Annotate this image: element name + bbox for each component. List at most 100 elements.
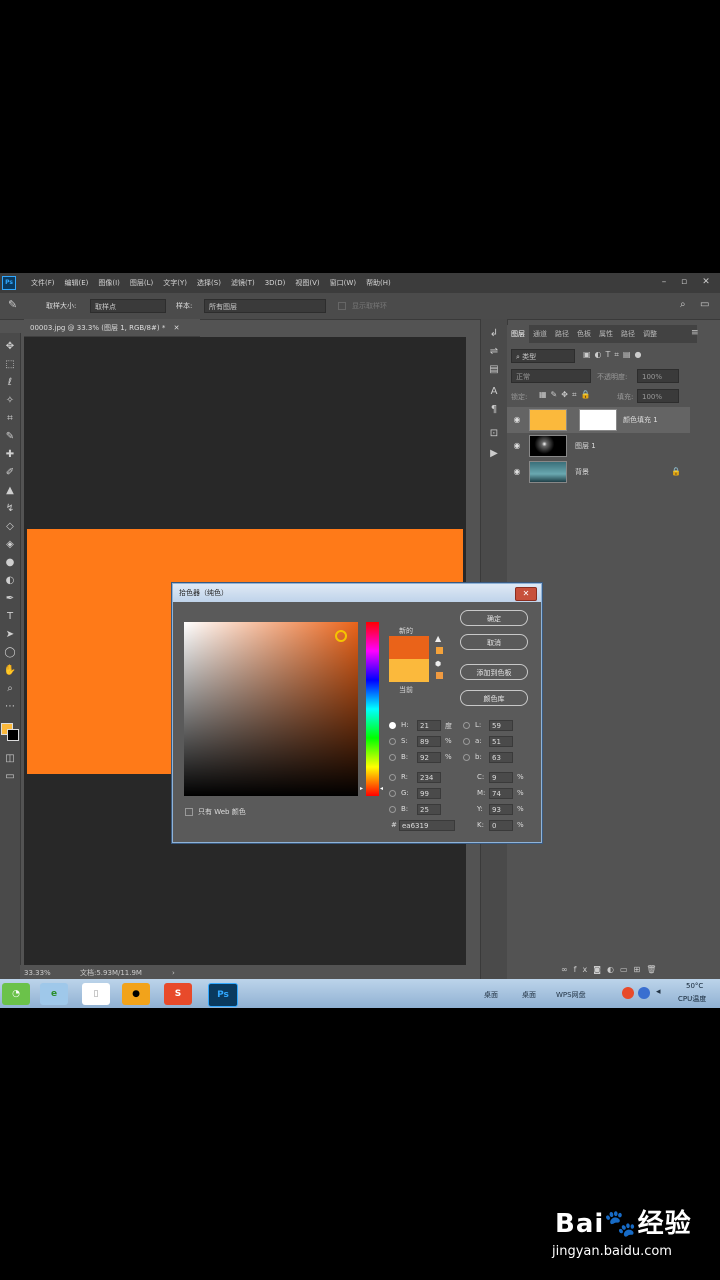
lock-icons[interactable]: ▦✎✥⌗🔒	[539, 390, 594, 400]
fill-input[interactable]: 100%	[637, 389, 679, 403]
type-tool-icon[interactable]: T	[2, 609, 18, 625]
menu-layer[interactable]: 图层(L)	[125, 273, 158, 293]
k-input[interactable]: 0	[489, 820, 513, 831]
blend-mode-dropdown[interactable]: 正常	[511, 369, 591, 383]
marquee-tool-icon[interactable]: ⬚	[2, 357, 18, 373]
menu-file[interactable]: 文件(F)	[26, 273, 60, 293]
web-safe-color-swatch[interactable]	[436, 672, 443, 679]
more-tools-icon[interactable]: ⋯	[2, 699, 18, 715]
r-radio[interactable]	[389, 774, 396, 781]
blue-radio[interactable]	[389, 806, 396, 813]
g-input[interactable]: 99	[417, 788, 441, 799]
screen-mode-icon[interactable]: ▭	[2, 769, 18, 785]
ellipse-tool-icon[interactable]: ◯	[2, 645, 18, 661]
hue-slider-right-arrow[interactable]: ◂	[380, 785, 383, 792]
y-input[interactable]: 93	[489, 804, 513, 815]
c-input[interactable]: 9	[489, 772, 513, 783]
zoom-tool-icon[interactable]: ⌕	[2, 681, 18, 697]
hand-tool-icon[interactable]: ✋	[2, 663, 18, 679]
tab-adjustments[interactable]: 调整	[639, 325, 661, 343]
s-radio[interactable]	[389, 738, 396, 745]
web-safe-warning-icon[interactable]: ⬢	[435, 660, 441, 668]
h-input[interactable]: 21	[417, 720, 441, 731]
minimize-icon[interactable]: –	[656, 275, 672, 289]
eyedropper-tool-icon[interactable]: ✎	[2, 429, 18, 445]
l-radio[interactable]	[463, 722, 470, 729]
character-panel-icon[interactable]: A	[486, 385, 502, 399]
g-radio[interactable]	[389, 790, 396, 797]
file-taskbar-icon[interactable]: ▯	[82, 983, 110, 1005]
layer-actions[interactable]: ∞fx◙◐▭⊞🗑	[561, 965, 662, 974]
crop-tool-icon[interactable]: ⌗	[2, 411, 18, 427]
lab-b-radio[interactable]	[463, 754, 470, 761]
history-brush-icon[interactable]: ↯	[2, 501, 18, 517]
b-radio[interactable]	[389, 754, 396, 761]
browser-taskbar-icon[interactable]: e	[40, 983, 68, 1005]
color-picker-ring[interactable]	[335, 630, 347, 642]
hex-input[interactable]: ea6319	[399, 820, 455, 831]
move-tool-icon[interactable]: ✥	[2, 339, 18, 355]
workspace-icon[interactable]: ▭	[700, 299, 709, 310]
layer-row-layer1[interactable]: ◉ 图层 1	[507, 433, 690, 459]
background-color-swatch[interactable]	[7, 729, 19, 741]
h-radio[interactable]	[389, 722, 396, 729]
visibility-eye-icon[interactable]: ◉	[512, 467, 522, 477]
menu-image[interactable]: 图像(I)	[93, 273, 125, 293]
hue-slider-left-arrow[interactable]: ▸	[360, 785, 363, 792]
healing-brush-icon[interactable]: ✚	[2, 447, 18, 463]
photoshop-taskbar-icon[interactable]: Ps	[208, 983, 238, 1007]
sample-dropdown[interactable]: 所有图层	[204, 299, 326, 313]
path-selection-icon[interactable]: ➤	[2, 627, 18, 643]
tab-paths[interactable]: 路径	[551, 325, 573, 343]
pen-tool-icon[interactable]: ✒	[2, 591, 18, 607]
current-color-swatch[interactable]	[389, 659, 429, 682]
document-tab[interactable]: 00003.jpg @ 33.3% (图层 1, RGB/8#) * ✕	[24, 319, 200, 337]
r-input[interactable]: 234	[417, 772, 441, 783]
hue-slider[interactable]	[366, 622, 379, 796]
layer-row-background[interactable]: ◉ 背景 🔒	[507, 459, 690, 485]
add-to-swatches-button[interactable]: 添加到色板	[460, 664, 528, 680]
paint-bucket-icon[interactable]: ◈	[2, 537, 18, 553]
menu-view[interactable]: 视图(V)	[290, 273, 324, 293]
show-ring-checkbox[interactable]	[338, 302, 346, 310]
web-only-checkbox[interactable]	[185, 808, 193, 816]
brush-panel-icon[interactable]: ⊡	[486, 427, 502, 441]
menu-window[interactable]: 窗口(W)	[325, 273, 361, 293]
history-panel-icon[interactable]: ↲	[486, 327, 502, 341]
taskbar-item-desktop-1[interactable]: 桌面	[484, 990, 498, 1000]
layer-row-color-fill[interactable]: ◉ 颜色填充 1	[507, 407, 690, 433]
maximize-icon[interactable]: ▫	[676, 275, 692, 289]
close-icon[interactable]: ✕	[698, 275, 714, 289]
b-input[interactable]: 92	[417, 752, 441, 763]
sogou-taskbar-icon[interactable]: S	[164, 983, 192, 1005]
tab-layers[interactable]: 图层	[507, 325, 529, 343]
opacity-input[interactable]: 100%	[637, 369, 679, 383]
eraser-tool-icon[interactable]: ◇	[2, 519, 18, 535]
taskbar-item-wps[interactable]: WPS网盘	[556, 990, 586, 1000]
color-libraries-button[interactable]: 颜色库	[460, 690, 528, 706]
tab-channels[interactable]: 通道	[529, 325, 551, 343]
m-input[interactable]: 74	[489, 788, 513, 799]
filter-icons[interactable]: ▣◐T⌗▤●	[583, 350, 645, 360]
layer-filter-dropdown[interactable]: ⌕ 类型	[511, 349, 575, 363]
ok-button[interactable]: 确定	[460, 610, 528, 626]
dodge-tool-icon[interactable]: ◐	[2, 573, 18, 589]
menu-help[interactable]: 帮助(H)	[361, 273, 396, 293]
close-tab-icon[interactable]: ✕	[174, 324, 180, 332]
tray-expand-icon[interactable]: ◂	[656, 987, 661, 997]
menu-edit[interactable]: 编辑(E)	[60, 273, 94, 293]
magic-wand-icon[interactable]: ✧	[2, 393, 18, 409]
quick-mask-icon[interactable]: ◫	[2, 751, 18, 767]
panel-menu-icon[interactable]: ≡	[691, 328, 699, 338]
stamp-tool-icon[interactable]: ▲	[2, 483, 18, 499]
visibility-eye-icon[interactable]: ◉	[512, 415, 522, 425]
a-input[interactable]: 51	[489, 736, 513, 747]
menu-type[interactable]: 文字(Y)	[158, 273, 192, 293]
a-radio[interactable]	[463, 738, 470, 745]
tray-help-icon[interactable]	[638, 987, 650, 999]
lasso-tool-icon[interactable]: ℓ	[2, 375, 18, 391]
gamut-color-swatch[interactable]	[436, 647, 443, 654]
blue-input[interactable]: 25	[417, 804, 441, 815]
play-action-icon[interactable]: ▶	[486, 447, 502, 461]
blur-tool-icon[interactable]: ●	[2, 555, 18, 571]
